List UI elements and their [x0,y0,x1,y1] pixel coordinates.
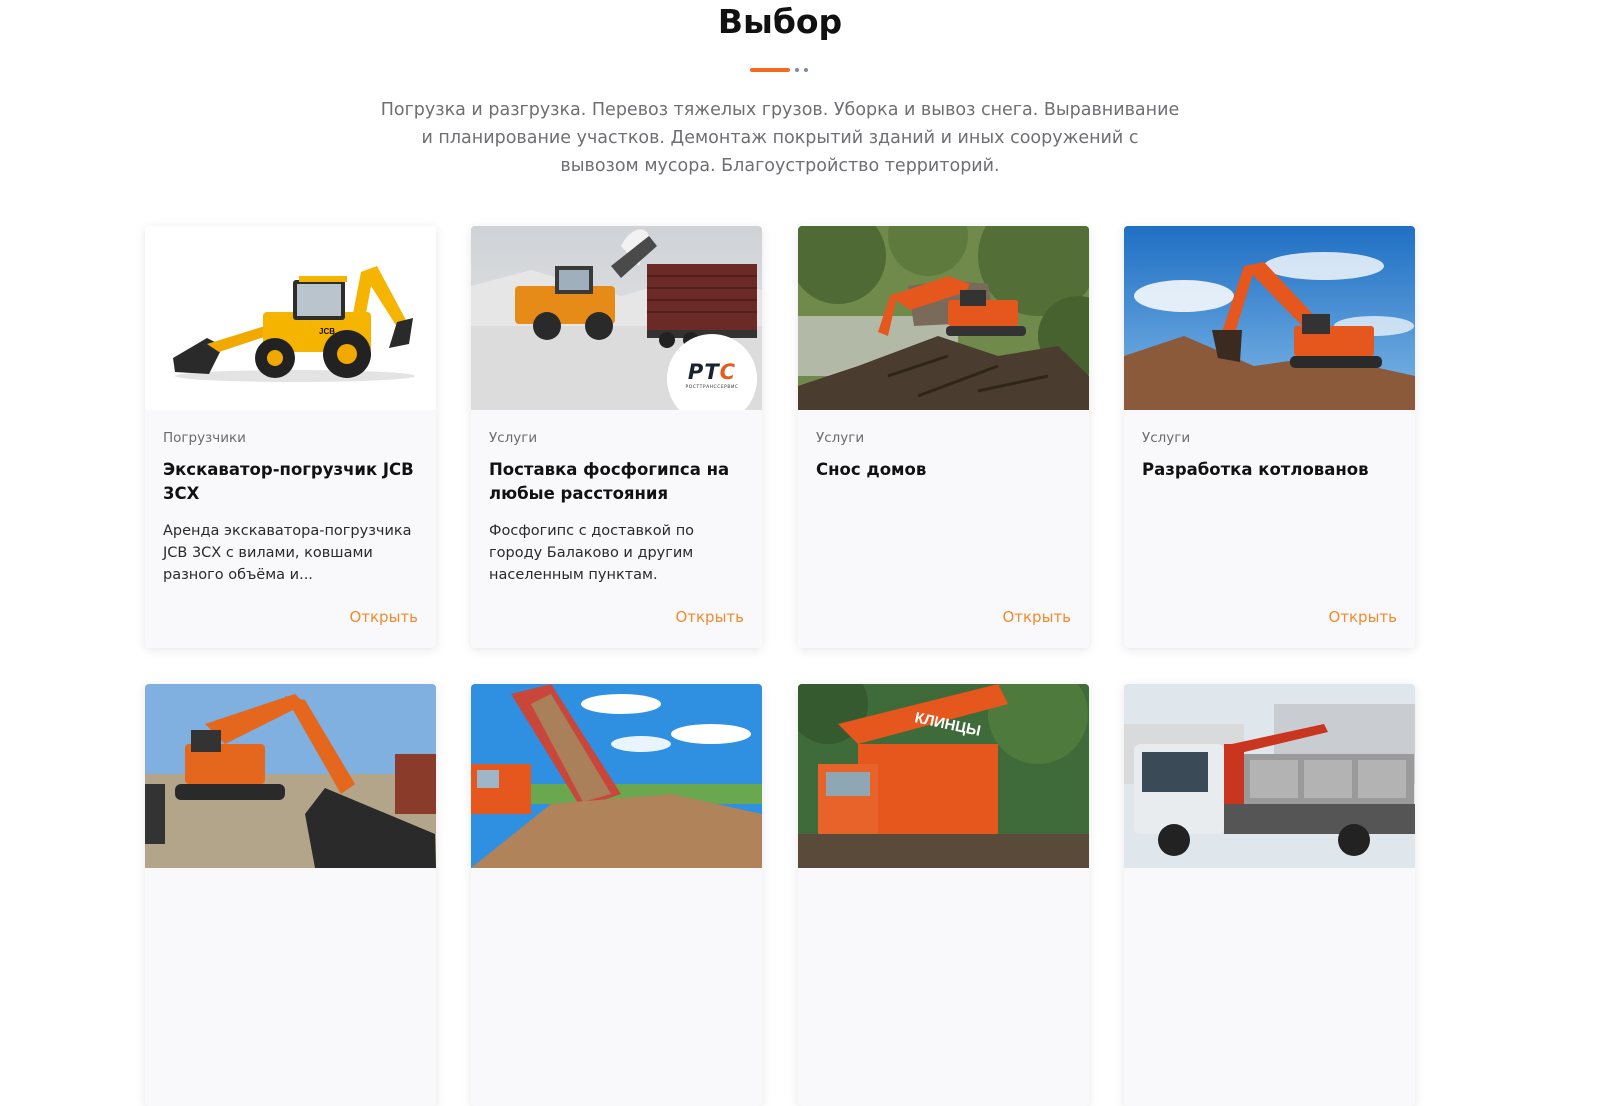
open-link[interactable]: Открыть [1002,608,1071,626]
card-description: Аренда экскаватора-погрузчика JCB 3CX с … [163,523,412,583]
card-category: Услуги [489,430,538,446]
card-description: Фосфогипс с доставкой по городу Балаково… [489,523,695,583]
open-link[interactable]: Открыть [675,608,744,626]
truck-crane-image[interactable]: КЛИНЦЫ [798,684,1089,868]
excavation-image[interactable] [1124,226,1415,410]
section-intro: Погрузка и разгрузка. Перевоз тяжелых гр… [380,100,1180,176]
card-demolition[interactable]: Услуги Снос домов Открыть [798,226,1089,648]
card-body: Услуги Снос домов [816,430,1071,496]
card-excavation[interactable]: Услуги Разработка котлованов Открыть [1124,226,1415,648]
card-title[interactable]: Разработка котлованов [1142,458,1397,482]
card-title[interactable]: Экскаватор-погрузчик JCB 3CX [163,458,418,506]
title-divider [750,68,808,72]
card-crane-truck[interactable] [1124,684,1415,1106]
card-category: Услуги [816,430,865,446]
divider-dot [795,68,799,72]
svg-text:JCB: JCB [319,327,335,336]
demolition-image[interactable] [798,226,1089,410]
card-body: Услуги Поставка фосфогипса на любые расс… [489,430,744,586]
card-truck-crane[interactable]: КЛИНЦЫ [798,684,1089,1106]
card-excavator-yard[interactable] [145,684,436,1106]
card-title[interactable]: Поставка фосфогипса на любые расстояния [489,458,744,506]
open-link[interactable]: Открыть [1328,608,1397,626]
card-body: Услуги Разработка котлованов [1142,430,1397,496]
backhoe-loader-image[interactable]: JCB [145,226,436,410]
section-title: Выбор [717,2,843,41]
card-category: Услуги [1142,430,1191,446]
excavator-yard-image[interactable] [145,684,436,868]
open-link[interactable]: Открыть [349,608,418,626]
wheel-loader-image[interactable]: РТС РОСТТРАНССЕРВИС [471,226,762,410]
company-logo-subtitle: РОСТТРАНССЕРВИС [685,385,739,390]
card-phosphogypsum[interactable]: РТС РОСТТРАНССЕРВИС Услуги Поставка фосф… [471,226,762,648]
divider-line [750,68,790,72]
card-title[interactable]: Снос домов [816,458,1071,482]
card-category: Погрузчики [163,430,246,446]
card-body: Погрузчики Экскаватор-погрузчик JCB 3CX … [163,430,418,586]
card-backhoe-loader[interactable]: JCB Погрузчики Экскаватор-погрузчик JCB … [145,226,436,648]
company-logo: РТС [687,360,737,384]
divider-dot [804,68,808,72]
crane-truck-image[interactable] [1124,684,1415,868]
card-dump-truck[interactable] [471,684,762,1106]
dump-truck-image[interactable] [471,684,762,868]
